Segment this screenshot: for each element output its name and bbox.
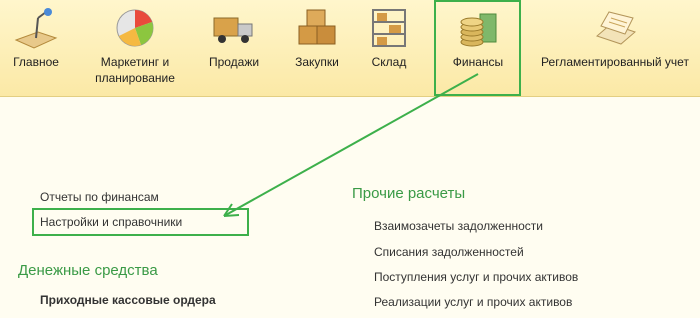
boxes-icon bbox=[293, 6, 341, 50]
sections-panel: Главное Маркетинг и планирование Продажи bbox=[0, 0, 700, 97]
section-warehouse[interactable]: Склад bbox=[358, 0, 420, 96]
warehouse-shelf-icon bbox=[365, 6, 413, 50]
other-settlements-title: Прочие расчеты bbox=[352, 185, 466, 202]
section-marketing[interactable]: Маркетинг и планирование bbox=[86, 0, 184, 96]
section-main[interactable]: Главное bbox=[0, 0, 72, 96]
finance-reports-link[interactable]: Отчеты по финансам bbox=[40, 190, 159, 204]
service-sales-link[interactable]: Реализации услуг и прочих активов bbox=[374, 295, 572, 309]
debt-writeoff-link[interactable]: Списания задолженностей bbox=[374, 245, 524, 259]
desk-lamp-icon bbox=[12, 6, 60, 50]
section-label: Закупки bbox=[295, 55, 339, 69]
section-label: Продажи bbox=[208, 55, 260, 69]
money-group-title: Денежные средства bbox=[18, 262, 158, 279]
service-receipts-link[interactable]: Поступления услуг и прочих активов bbox=[374, 270, 578, 284]
section-label: Маркетинг и планирование bbox=[95, 55, 175, 85]
section-label: Склад bbox=[371, 55, 407, 69]
section-purchases[interactable]: Закупки bbox=[282, 0, 352, 96]
section-regulated-accounting[interactable]: Регламентированный учет bbox=[530, 0, 700, 96]
debt-offset-link[interactable]: Взаимозачеты задолженности bbox=[374, 219, 543, 233]
cash-receipts-link[interactable]: Приходные кассовые ордера bbox=[40, 293, 216, 307]
settings-highlight-box bbox=[32, 208, 249, 236]
section-label: Регламентированный учет bbox=[541, 55, 689, 69]
section-label: Главное bbox=[13, 55, 59, 69]
pie-chart-icon bbox=[111, 6, 159, 50]
finance-highlight-box bbox=[434, 0, 521, 96]
section-sales[interactable]: Продажи bbox=[196, 0, 272, 96]
ledger-documents-icon bbox=[591, 6, 639, 50]
delivery-truck-icon bbox=[210, 6, 258, 50]
